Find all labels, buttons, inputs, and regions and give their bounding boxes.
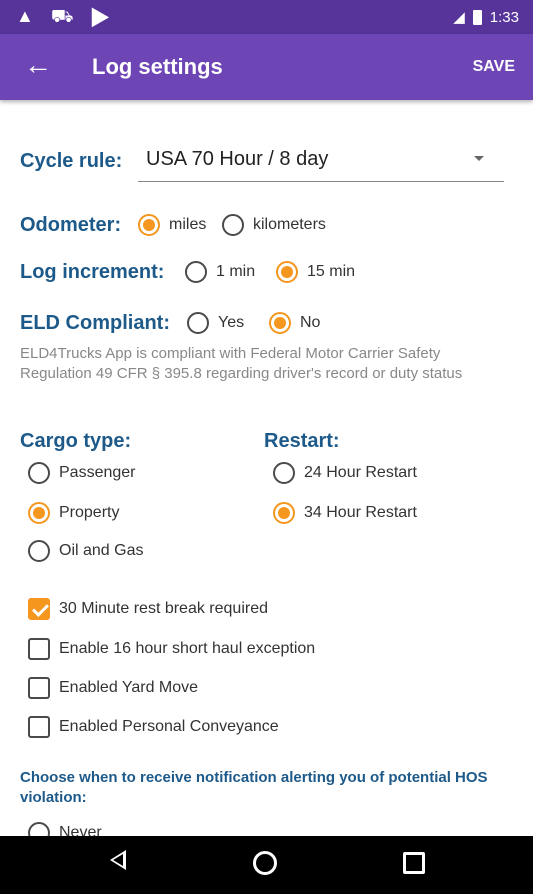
checkbox-short-haul-box [28,638,50,660]
checkbox-personal-conveyance[interactable]: Enabled Personal Conveyance [28,716,279,738]
radio-cargo-oil-and-gas-indicator [28,540,50,562]
clock: 1:33 [489,8,519,26]
system-nav-bar [0,836,533,894]
status-bar: ▲ ⛟ ▶ ◢ 1:33 [0,0,533,34]
status-right: ◢ 1:33 [453,8,519,27]
checkbox-rest-break-box [28,598,50,620]
restart-label: Restart: [264,430,340,452]
signal-icon: ◢ [453,9,465,26]
radio-eld-yes[interactable]: Yes [187,312,244,334]
radio-1-min[interactable]: 1 min [185,261,255,283]
nav-back-icon[interactable] [110,850,126,870]
radio-eld-no-label: No [300,314,321,331]
battery-icon [472,9,482,25]
radio-kilometers-indicator [222,214,244,236]
radio-cargo-passenger-label: Passenger [59,464,136,481]
eld-compliant-label: ELD Compliant: [20,312,170,334]
radio-cargo-property[interactable]: Property [28,502,119,524]
notification-heading: Choose when to receive notification aler… [20,769,488,806]
radio-restart-24-label: 24 Hour Restart [304,464,417,481]
checkbox-yard-move[interactable]: Enabled Yard Move [28,677,198,699]
eld-compliance-note: ELD4Trucks App is compliant with Federal… [20,345,463,382]
checkbox-yard-move-box [28,677,50,699]
radio-miles[interactable]: miles [138,214,206,236]
checkbox-rest-break-label: 30 Minute rest break required [59,600,268,617]
back-arrow-icon[interactable]: ← [24,49,52,81]
cycle-rule-dropdown[interactable]: USA 70 Hour / 8 day [138,138,504,182]
checkbox-short-haul[interactable]: Enable 16 hour short haul exception [28,638,315,660]
notification-icons: ▲ ⛟ ▶ [16,6,116,26]
app-bar: ← Log settings SAVE [0,34,533,100]
cycle-rule-value: USA 70 Hour / 8 day [146,148,329,170]
save-button[interactable]: SAVE [473,58,515,76]
cycle-rule-label: Cycle rule: [20,150,123,172]
radio-restart-34[interactable]: 34 Hour Restart [273,502,417,524]
radio-cargo-passenger-indicator [28,462,50,484]
radio-eld-no-indicator [269,312,291,334]
radio-eld-yes-label: Yes [218,314,245,331]
radio-15-min-label: 15 min [307,263,356,280]
radio-15-min-indicator [276,261,298,283]
checkbox-short-haul-label: Enable 16 hour short haul exception [59,640,316,657]
radio-15-min[interactable]: 15 min [276,261,355,283]
radio-miles-indicator [138,214,160,236]
checkbox-rest-break[interactable]: 30 Minute rest break required [28,598,268,620]
radio-1-min-indicator [185,261,207,283]
radio-kilometers-label: kilometers [253,216,326,233]
radio-restart-34-indicator [273,502,295,524]
dropdown-arrow-icon [474,156,484,161]
radio-cargo-oil-and-gas-label: Oil and Gas [59,542,144,559]
radio-kilometers[interactable]: kilometers [222,214,326,236]
nav-home-icon[interactable] [253,851,277,875]
radio-eld-yes-indicator [187,312,209,334]
radio-miles-label: miles [169,216,207,233]
cargo-type-label: Cargo type: [20,430,132,452]
log-increment-label: Log increment: [20,261,165,283]
odometer-label: Odometer: [20,214,122,236]
nav-recent-icon[interactable] [403,852,425,874]
radio-restart-24-indicator [273,462,295,484]
radio-eld-no[interactable]: No [269,312,320,334]
checkbox-personal-conveyance-box [28,716,50,738]
page-title: Log settings [92,54,223,79]
radio-cargo-passenger[interactable]: Passenger [28,462,136,484]
radio-restart-24[interactable]: 24 Hour Restart [273,462,417,484]
radio-cargo-oil-and-gas[interactable]: Oil and Gas [28,540,143,562]
checkbox-yard-move-label: Enabled Yard Move [59,679,199,696]
checkbox-personal-conveyance-label: Enabled Personal Conveyance [59,718,279,735]
radio-restart-34-label: 34 Hour Restart [304,504,417,521]
radio-cargo-property-label: Property [59,504,120,521]
radio-cargo-property-indicator [28,502,50,524]
radio-1-min-label: 1 min [216,263,256,280]
